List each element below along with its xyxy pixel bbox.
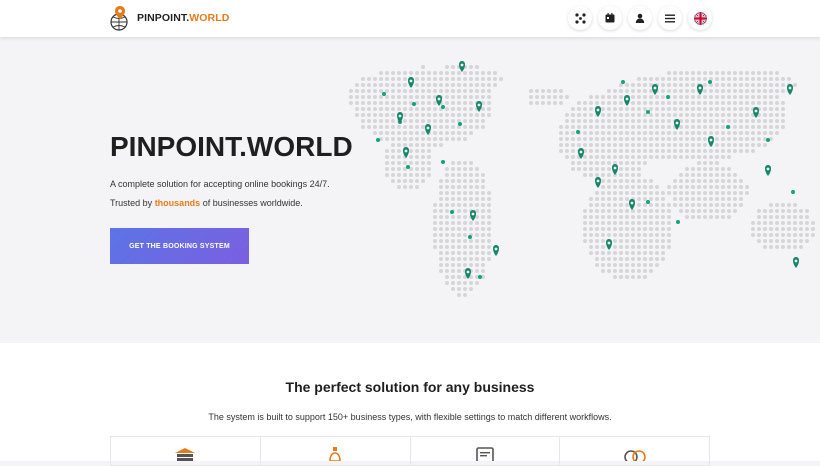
rings-icon xyxy=(623,450,646,461)
business-card[interactable] xyxy=(110,436,260,466)
site-header: PINPOINT.WORLD xyxy=(0,0,820,37)
calendar-icon xyxy=(605,13,615,23)
world-map xyxy=(349,61,815,297)
business-card[interactable] xyxy=(259,436,410,466)
trust-highlight: thousands xyxy=(154,198,201,208)
menu-icon xyxy=(665,14,675,22)
business-card[interactable] xyxy=(559,436,710,466)
get-booking-system-button[interactable]: GET THE BOOKING SYSTEM xyxy=(110,228,249,264)
uk-flag-icon xyxy=(693,11,707,25)
calendar-button[interactable] xyxy=(598,6,622,30)
globe-pin-logo-icon xyxy=(110,6,128,31)
hero-title: PINPOINT.WORLD xyxy=(110,131,353,162)
account-button[interactable] xyxy=(628,6,652,30)
language-button[interactable] xyxy=(688,6,712,30)
document-icon xyxy=(476,447,494,461)
bank-icon xyxy=(175,448,196,461)
user-icon xyxy=(635,13,645,23)
menu-button[interactable] xyxy=(658,6,682,30)
hero-tagline: A complete solution for accepting online… xyxy=(110,179,330,189)
hero-trust-line: Trusted by thousands of businesses world… xyxy=(110,198,303,208)
tools-icon xyxy=(574,12,586,24)
section-description: The system is built to support 150+ busi… xyxy=(208,412,612,422)
tools-button[interactable] xyxy=(568,6,592,30)
business-card[interactable] xyxy=(409,436,560,466)
bottle-icon xyxy=(329,447,341,461)
logo[interactable]: PINPOINT.WORLD xyxy=(109,5,229,31)
section-title: The perfect solution for any business xyxy=(285,379,535,395)
business-type-cards xyxy=(110,436,710,466)
logo-text: PINPOINT.WORLD xyxy=(137,12,230,24)
